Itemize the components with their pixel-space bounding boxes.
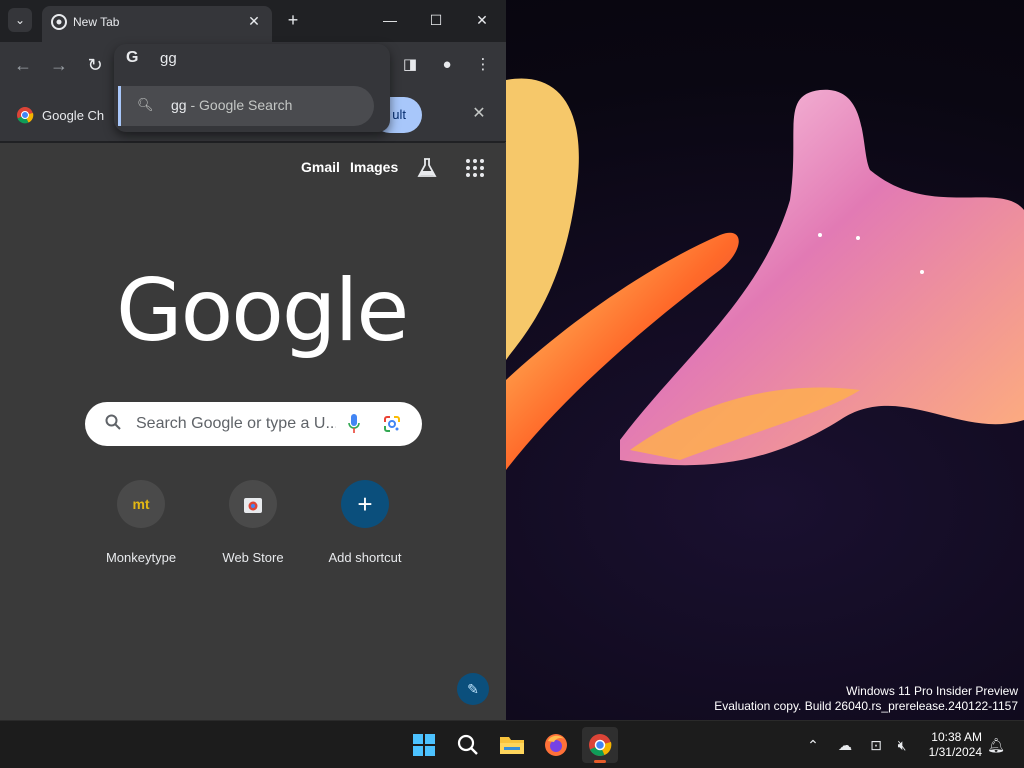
search-icon — [105, 414, 121, 430]
file-explorer-button[interactable] — [494, 727, 530, 763]
images-link[interactable]: Images — [350, 159, 398, 175]
pencil-icon: ✎ — [467, 681, 479, 697]
volume-muted-icon: 🔇︎ — [897, 737, 907, 753]
reload-button[interactable]: ↻ — [81, 51, 109, 79]
plus-icon: + — [287, 10, 299, 30]
network-icon: ⊡ — [870, 737, 882, 753]
forward-button[interactable]: → — [45, 51, 73, 79]
menu-button[interactable]: ⋮ — [469, 51, 497, 79]
shortcut-label: Add shortcut — [328, 550, 402, 565]
shortcut-add[interactable]: + Add shortcut — [309, 480, 421, 565]
voice-search-icon[interactable] — [347, 413, 361, 435]
show-hidden-icons-button[interactable]: ⌃ — [803, 735, 823, 755]
close-icon: ✕ — [476, 12, 488, 28]
file-explorer-icon — [500, 737, 524, 754]
back-button[interactable]: ← — [9, 51, 37, 79]
tab-strip: ⌄ New Tab ✕ + — ☐ ✕ — [0, 0, 506, 42]
firefox-icon — [545, 734, 567, 756]
profile-button[interactable]: ● — [433, 51, 461, 79]
arrow-right-icon: → — [50, 55, 68, 75]
minimize-button[interactable]: — — [378, 8, 402, 32]
clock[interactable]: 10:38 AM 1/31/2024 — [918, 730, 982, 760]
google-lens-icon[interactable] — [382, 414, 402, 434]
chevron-up-icon: ⌃ — [807, 737, 819, 753]
side-panel-button[interactable]: ◨ — [396, 51, 424, 79]
omnibox-input[interactable] — [160, 50, 340, 67]
more-vert-icon: ⋮ — [475, 56, 491, 73]
search-icon: 🔍︎ — [137, 97, 154, 112]
start-button[interactable] — [406, 727, 442, 763]
side-panel-icon: ◨ — [402, 56, 418, 73]
google-apps-icon[interactable] — [466, 159, 484, 177]
shortcut-label: Web Store — [222, 550, 284, 565]
notifications-button[interactable]: 🔔︎ — [986, 735, 1006, 755]
customize-chrome-button[interactable]: ✎ — [457, 673, 489, 705]
shortcut-monkeytype[interactable]: mt Monkeytype — [85, 480, 197, 565]
new-tab-page: Gmail Images Google Search Google or typ… — [0, 143, 506, 720]
chrome-taskbar-button[interactable] — [582, 727, 618, 763]
search-placeholder: Search Google or type a U... — [136, 415, 336, 432]
taskbar: ⌃ ☁ ⊡ 🔇︎ 10:38 AM 1/31/2024 🔔︎ — [0, 720, 1024, 768]
new-tab-button[interactable]: + — [282, 9, 304, 31]
google-logo: Google — [116, 261, 409, 361]
bookmark-label: Google Ch — [42, 107, 105, 123]
watermark-line2: Evaluation copy. Build 26040.rs_prerelea… — [714, 699, 1018, 713]
reload-icon: ↻ — [87, 55, 103, 75]
chrome-favicon-icon — [51, 14, 67, 30]
clock-time: 10:38 AM — [931, 730, 982, 744]
search-icon — [457, 734, 478, 755]
omnibox[interactable]: G — [114, 44, 390, 84]
shortcut-web-store[interactable]: Web Store — [197, 480, 309, 565]
firefox-button[interactable] — [538, 727, 574, 763]
chrome-window: ⌄ New Tab ✕ + — ☐ ✕ ← → ↻ ◨ ● ⋮ Google C… — [0, 0, 506, 720]
shortcut-label: Monkeytype — [105, 550, 177, 565]
labs-flask-icon[interactable] — [416, 157, 438, 179]
chrome-logo-icon — [17, 107, 34, 124]
web-store-icon — [229, 480, 277, 528]
minimize-icon: — — [383, 12, 397, 28]
tab-title: New Tab — [73, 15, 120, 29]
tab-close-button[interactable]: ✕ — [244, 11, 264, 31]
suggestion-query: gg — [171, 97, 187, 113]
close-icon: ✕ — [472, 105, 486, 122]
onedrive-tray[interactable]: ☁ — [835, 735, 855, 755]
plus-icon: + — [341, 480, 389, 528]
bell-icon: 🔔︎ — [987, 737, 1005, 753]
watermark-line1: Windows 11 Pro Insider Preview — [846, 684, 1018, 698]
suggestion-sub: - Google Search — [186, 97, 293, 113]
profile-icon: ● — [442, 56, 452, 73]
taskbar-search-button[interactable] — [450, 727, 486, 763]
dismiss-banner-button[interactable]: ✕ — [470, 105, 488, 123]
tab-new-tab[interactable]: New Tab ✕ — [42, 6, 272, 42]
ntp-search-box[interactable]: Search Google or type a U... — [85, 402, 422, 446]
gmail-link[interactable]: Gmail — [301, 159, 340, 175]
omnibox-suggestion[interactable]: 🔍︎ gg - Google Search — [118, 86, 374, 126]
network-tray[interactable]: ⊡ — [866, 735, 886, 755]
monkeytype-icon: mt — [117, 480, 165, 528]
start-icon — [413, 734, 435, 756]
windows-watermark: Windows 11 Pro Insider Preview Evaluatio… — [714, 684, 1018, 714]
maximize-icon: ☐ — [429, 12, 443, 28]
google-g-icon: G — [126, 49, 139, 66]
clock-date: 1/31/2024 — [928, 745, 982, 759]
close-icon: ✕ — [248, 13, 260, 29]
suggestion-text: gg - Google Search — [171, 97, 292, 113]
close-window-button[interactable]: ✕ — [470, 8, 494, 32]
tab-search-button[interactable]: ⌄ — [8, 8, 32, 32]
maximize-button[interactable]: ☐ — [424, 8, 448, 32]
chevron-down-icon: ⌄ — [14, 13, 26, 27]
cloud-offline-icon: ☁ — [838, 737, 852, 753]
arrow-left-icon: ← — [14, 55, 32, 75]
chrome-icon — [589, 734, 612, 756]
omnibox-dropdown: G 🔍︎ gg - Google Search — [114, 44, 390, 132]
bookmark-google-chrome[interactable]: Google Ch — [16, 105, 104, 125]
volume-tray[interactable]: 🔇︎ — [892, 735, 912, 755]
